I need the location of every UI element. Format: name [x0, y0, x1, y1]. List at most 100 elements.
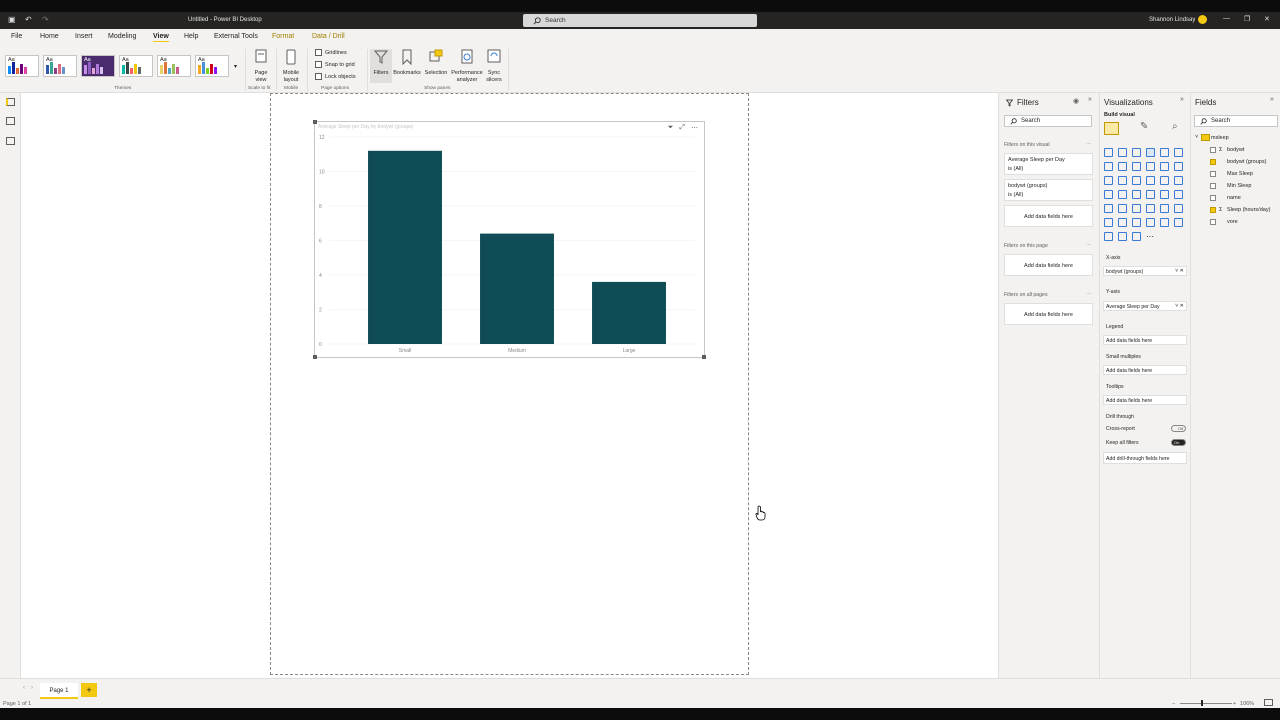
chevron-down-icon[interactable]: ˅: [1195, 134, 1198, 140]
tab-insert[interactable]: Insert: [75, 33, 93, 40]
eye-icon[interactable]: ◉: [1073, 97, 1079, 105]
model-view-icon[interactable]: [6, 137, 15, 145]
filter-card[interactable]: bodywt (groups) is (All): [1004, 179, 1093, 201]
ribbon-chart-icon[interactable]: [1174, 162, 1183, 171]
clustered-column-visual[interactable]: Average Sleep per Day by bodywt (groups)…: [314, 121, 705, 358]
funnel-icon[interactable]: [1118, 176, 1127, 185]
theme-swatch[interactable]: Aa: [195, 55, 229, 77]
resize-handle[interactable]: [313, 355, 317, 359]
field-item[interactable]: vore: [1210, 219, 1238, 225]
page-tab[interactable]: Page 1: [40, 683, 78, 699]
resize-handle[interactable]: [313, 120, 317, 124]
azure-map-icon[interactable]: [1146, 190, 1155, 199]
card-icon[interactable]: [1174, 190, 1183, 199]
line-chart-icon[interactable]: [1104, 162, 1113, 171]
close-icon[interactable]: ✕: [1264, 15, 1270, 23]
treemap-icon[interactable]: [1174, 176, 1183, 185]
remove-field-icon[interactable]: ˅ ✕: [1175, 268, 1184, 274]
add-page-button[interactable]: +: [81, 683, 97, 697]
data-view-icon[interactable]: [6, 117, 15, 125]
gauge-icon[interactable]: [1160, 190, 1169, 199]
avatar[interactable]: [1198, 15, 1207, 24]
zoom-slider[interactable]: [1180, 703, 1232, 704]
analytics-magnifier-icon[interactable]: ⌕: [1172, 121, 1178, 132]
field-checkbox[interactable]: [1210, 147, 1216, 153]
scatter-icon[interactable]: [1132, 176, 1141, 185]
field-item[interactable]: Σ Sleep (hours/day): [1210, 207, 1270, 213]
python-visual-icon[interactable]: [1104, 204, 1113, 213]
python-script-icon[interactable]: [1104, 218, 1113, 227]
y-axis-field-well[interactable]: Average Sleep per Day ˅ ✕: [1103, 301, 1187, 311]
field-checkbox[interactable]: [1210, 183, 1216, 189]
power-automate-icon[interactable]: [1118, 232, 1127, 241]
more-options-icon[interactable]: ⋯: [1086, 291, 1091, 297]
100-bar-icon[interactable]: [1160, 148, 1169, 157]
theme-swatch[interactable]: Aa: [119, 55, 153, 77]
theme-swatch[interactable]: Aa: [157, 55, 191, 77]
table-name[interactable]: msleep: [1211, 135, 1229, 141]
clustered-column-icon[interactable]: [1146, 148, 1155, 157]
field-checkbox[interactable]: [1210, 171, 1216, 177]
drill-through-drop-zone[interactable]: Add drill-through fields here: [1103, 452, 1187, 464]
tab-modeling[interactable]: Modeling: [108, 33, 136, 40]
field-item[interactable]: Min Sleep: [1210, 183, 1251, 189]
tab-view[interactable]: View: [153, 33, 169, 42]
fields-search-input[interactable]: Search: [1194, 115, 1278, 127]
snap-to-grid-checkbox[interactable]: Snap to grid: [315, 61, 355, 68]
small-multiples-drop-zone[interactable]: Add data fields here: [1103, 365, 1187, 375]
filters-pane-button[interactable]: Filters: [370, 49, 392, 83]
user-name[interactable]: Shannon Lindsay: [1149, 17, 1195, 23]
area-chart-icon[interactable]: [1118, 162, 1127, 171]
collapse-pane-icon[interactable]: »: [1088, 96, 1092, 103]
shape-map-icon[interactable]: [1132, 190, 1141, 199]
line-clustered-icon[interactable]: [1160, 162, 1169, 171]
filters-all-drop-zone[interactable]: Add data fields here: [1004, 303, 1093, 325]
tooltips-drop-zone[interactable]: Add data fields here: [1103, 395, 1187, 405]
slicer-icon[interactable]: [1132, 204, 1141, 213]
stacked-bar-icon[interactable]: [1104, 148, 1113, 157]
filters-visual-drop-zone[interactable]: Add data fields here: [1004, 205, 1093, 227]
mobile-layout-button[interactable]: Mobile layout: [280, 49, 302, 84]
map-icon[interactable]: [1104, 190, 1113, 199]
decomposition-tree-icon[interactable]: [1132, 218, 1141, 227]
x-axis-field-well[interactable]: bodywt (groups) ˅ ✕: [1103, 266, 1187, 276]
filters-search-input[interactable]: Search: [1004, 115, 1092, 127]
more-visuals-icon[interactable]: ⋯: [1146, 232, 1157, 243]
legend-drop-zone[interactable]: Add data fields here: [1103, 335, 1187, 345]
matrix-icon[interactable]: [1160, 204, 1169, 213]
key-influencers-icon[interactable]: [1118, 218, 1127, 227]
tab-help[interactable]: Help: [184, 33, 198, 40]
zoom-in-icon[interactable]: +: [1233, 701, 1236, 707]
kpi-icon[interactable]: [1118, 204, 1127, 213]
zoom-slider-thumb[interactable]: [1201, 700, 1203, 706]
stacked-column-icon[interactable]: [1118, 148, 1127, 157]
tab-home[interactable]: Home: [40, 33, 59, 40]
selection-pane-button[interactable]: Selection: [422, 49, 450, 77]
table-icon[interactable]: [1146, 204, 1155, 213]
page-view-button[interactable]: Page view: [250, 49, 272, 84]
report-view-icon[interactable]: [6, 98, 15, 106]
collapse-pane-icon[interactable]: »: [1180, 96, 1184, 103]
field-item[interactable]: Max Sleep: [1210, 171, 1253, 177]
clustered-bar-icon[interactable]: [1132, 148, 1141, 157]
theme-swatch[interactable]: Aa: [81, 55, 115, 77]
power-apps-icon[interactable]: [1104, 232, 1113, 241]
field-checkbox[interactable]: [1210, 219, 1216, 225]
filter-card[interactable]: Average Sleep per Day is (All): [1004, 153, 1093, 175]
redo-icon[interactable]: ↷: [42, 16, 50, 24]
qa-icon[interactable]: [1146, 218, 1155, 227]
bookmarks-pane-button[interactable]: Bookmarks: [392, 49, 422, 77]
field-item[interactable]: name: [1210, 195, 1241, 201]
field-checkbox[interactable]: [1210, 159, 1216, 165]
tab-format[interactable]: Format: [272, 33, 294, 40]
keep-all-filters-toggle[interactable]: On: [1171, 439, 1186, 446]
collapse-pane-icon[interactable]: »: [1270, 96, 1274, 103]
line-column-icon[interactable]: [1146, 162, 1155, 171]
zoom-out-icon[interactable]: −: [1172, 701, 1175, 707]
bar[interactable]: [592, 281, 666, 344]
page-nav-prev-icon[interactable]: ‹: [23, 685, 25, 691]
performance-analyzer-button[interactable]: Performance analyzer: [450, 49, 484, 84]
cross-report-toggle[interactable]: Off: [1171, 425, 1186, 432]
fit-to-page-icon[interactable]: [1264, 699, 1273, 706]
resize-handle[interactable]: [702, 355, 706, 359]
